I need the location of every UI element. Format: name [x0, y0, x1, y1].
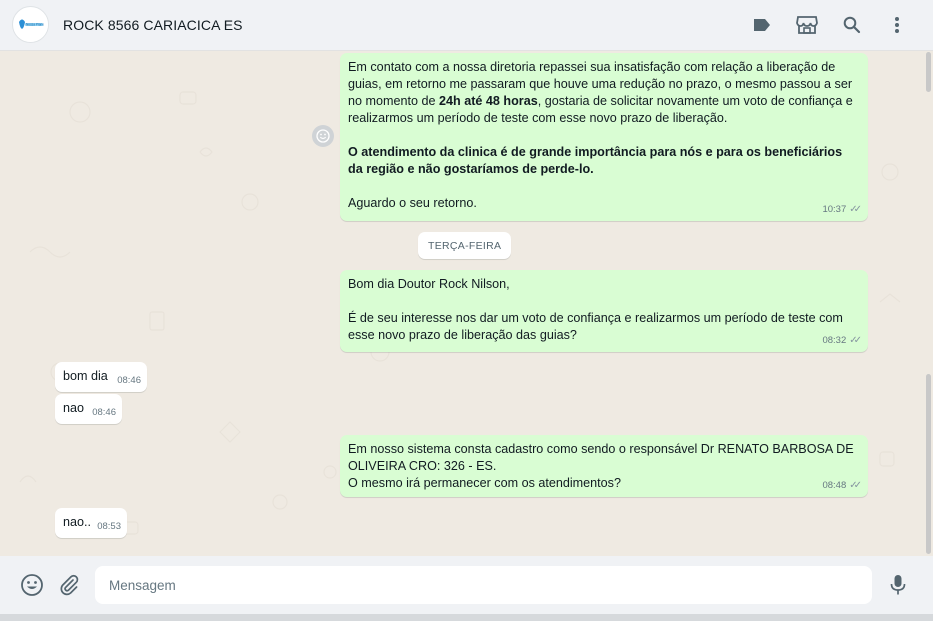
emoji-icon[interactable] — [19, 572, 45, 598]
read-receipt-icon: ✓✓ — [849, 335, 862, 346]
message-time: 08:46 — [117, 375, 141, 386]
smiley-icon — [316, 129, 330, 143]
message-text: Em contato com a nossa diretoria repasse… — [348, 60, 857, 125]
composer-bar — [0, 556, 933, 614]
message-time: 08:32 — [822, 335, 847, 346]
message-text: Bom dia Doutor Rock Nilson, É de seu int… — [348, 277, 843, 342]
label-icon[interactable] — [750, 13, 774, 37]
microphone-icon[interactable] — [885, 572, 911, 598]
message-outgoing[interactable]: Em contato com a nossa diretoria repasse… — [340, 53, 868, 221]
message-incoming[interactable]: nao 08:46 — [55, 394, 122, 424]
chat-header: Nossa Plano ROCK 8566 CARIACICA ES — [0, 0, 933, 51]
message-time: 08:48 — [822, 480, 847, 491]
message-time: 08:46 — [92, 407, 116, 418]
message-time: 10:37 — [822, 204, 847, 215]
window-bottom-edge — [0, 614, 933, 621]
scrollbar-top[interactable] — [926, 52, 931, 92]
message-meta: 08:46 — [92, 404, 116, 421]
attach-icon[interactable] — [56, 572, 82, 598]
contact-avatar[interactable]: Nossa Plano — [12, 6, 49, 43]
read-receipt-icon: ✓✓ — [849, 480, 862, 491]
message-incoming[interactable]: nao.. 08:53 — [55, 508, 127, 538]
message-meta: 08:53 — [97, 518, 121, 535]
message-meta: 08:46 — [117, 372, 141, 389]
search-icon[interactable] — [840, 13, 864, 37]
catalog-icon[interactable] — [795, 13, 819, 37]
message-meta: 08:48 ✓✓ — [822, 477, 862, 494]
react-emoji-button[interactable] — [312, 125, 334, 147]
message-meta: 08:32 ✓✓ — [822, 332, 862, 349]
read-receipt-icon: ✓✓ — [849, 204, 862, 215]
message-text: Em nosso sistema consta cadastro como se… — [348, 442, 854, 490]
message-input[interactable] — [95, 566, 872, 604]
contact-name[interactable]: ROCK 8566 CARIACICA ES — [63, 17, 243, 33]
message-time: 08:53 — [97, 521, 121, 532]
message-meta: 10:37 ✓✓ — [822, 201, 862, 218]
message-incoming[interactable]: bom dia 08:46 — [55, 362, 147, 392]
menu-icon[interactable] — [885, 13, 909, 37]
message-outgoing[interactable]: Bom dia Doutor Rock Nilson, É de seu int… — [340, 270, 868, 352]
scrollbar-thumb[interactable] — [926, 374, 931, 554]
chat-panel[interactable]: Em contato com a nossa diretoria repasse… — [0, 52, 933, 556]
message-text: Aguardo o seu retorno. — [348, 196, 477, 210]
day-divider: TERÇA-FEIRA — [418, 232, 512, 259]
svg-text:Nossa Plano: Nossa Plano — [26, 23, 44, 27]
message-text-bold: O atendimento da clinica é de grande imp… — [348, 145, 846, 176]
avatar-logo: Nossa Plano — [13, 7, 48, 42]
message-outgoing[interactable]: Em nosso sistema consta cadastro como se… — [340, 435, 868, 497]
